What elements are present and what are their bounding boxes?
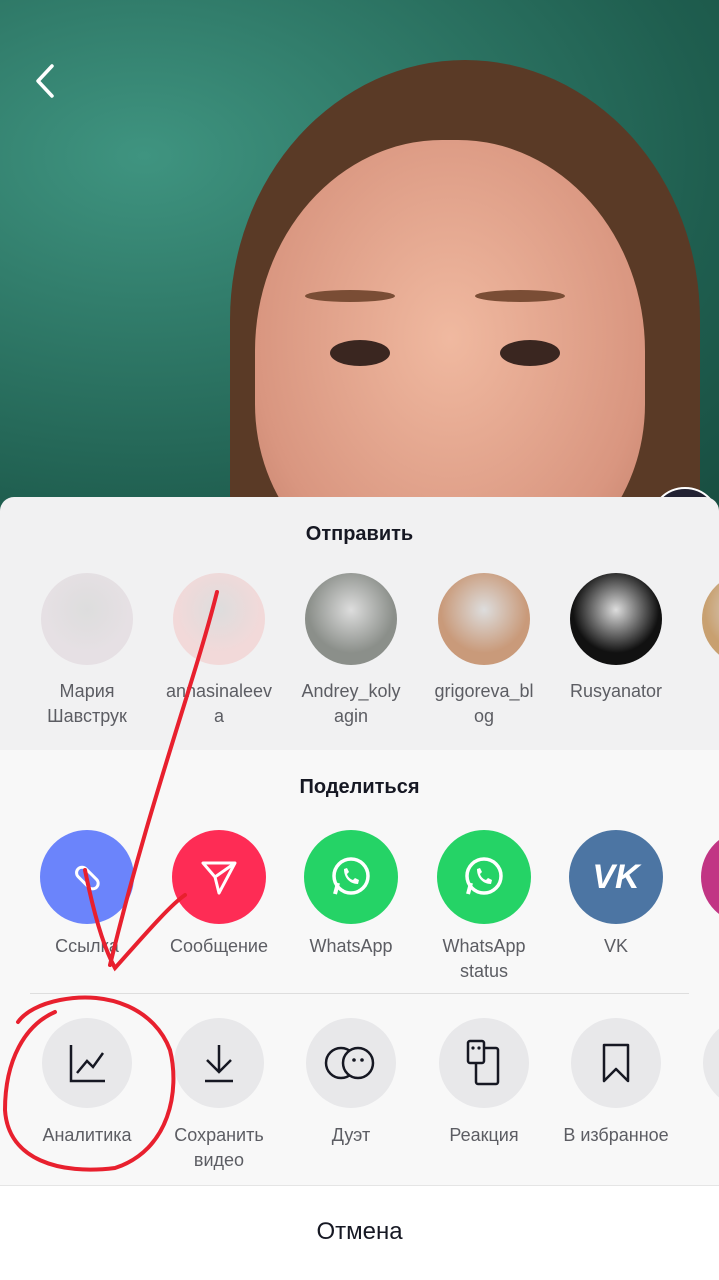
eyebrow [305,290,395,302]
actions-item[interactable]: Реакция [418,1018,550,1148]
contact-name: Мария Шавструк [47,681,127,726]
video-subject-face [255,140,645,520]
apps-item[interactable]: WhatsApp [285,830,417,959]
send-icon [172,830,266,924]
contacts-item[interactable]: annasinaleev a [153,573,285,729]
back-button[interactable] [30,62,64,102]
contact-avatar [173,573,265,665]
analytics-chart-icon [42,1018,132,1108]
share-app-label: WhatsApp status [442,936,526,981]
share-app-label: VK [603,936,628,956]
share-app-label: Сообщение [170,936,268,956]
action-label: Кон ал [682,1123,719,1173]
apps-item[interactable]: Сообщение [153,830,285,959]
contact-avatar [41,573,133,665]
apps-item[interactable]: Ссылка [21,830,153,959]
duet-icon [306,1018,396,1108]
share-apps-row: Ссылка Сообщение WhatsApp WhatsApp status VK… [0,830,719,1030]
action-label: В избранное [563,1125,669,1145]
action-label: Дуэт [331,1125,371,1145]
share-title: Поделиться [299,776,420,798]
actions-item[interactable]: В избранное [550,1018,682,1148]
download-icon [174,1018,264,1108]
actions-item[interactable]: Сохранить видео [153,1018,285,1173]
actions-item[interactable]: Кон ал [682,1018,719,1173]
video-background [0,0,719,520]
contact-name: Аль [682,679,719,704]
apps-item[interactable]: WhatsApp status [418,830,550,984]
send-title: Отправить [305,523,414,545]
eyebrow [475,290,565,302]
action-label: Аналитика [42,1125,132,1145]
action-label: Сохранить видео [174,1125,264,1170]
share-section: Поделиться Ссылка Сообщение WhatsApp WhatsA… [0,750,719,1185]
share-sheet: Отправить Мария Шавструк annasinaleev a An… [0,497,719,1280]
vk-icon: VK [569,830,663,924]
eye [500,340,560,366]
contact-name: grigoreva_bl og [434,681,534,726]
bookmark-icon [571,1018,661,1108]
share-app-label: Ссылка [55,936,119,956]
divider [30,993,689,994]
contact-name: Andrey_koly agin [301,681,401,726]
instagram-icon [701,830,719,924]
contact-avatar [570,573,662,665]
whatsapp-icon [304,830,398,924]
actions-item[interactable]: Аналитика [21,1018,153,1148]
contact-avatar [702,573,719,665]
more-icon [703,1018,719,1108]
apps-item[interactable]: VK VK [550,830,682,959]
eye [330,340,390,366]
reaction-icon [439,1018,529,1108]
share-app-label: WhatsApp [309,936,393,956]
contacts-item[interactable]: Rusyanator [550,573,682,704]
cancel-button[interactable]: Отмена [0,1185,719,1280]
contacts-item[interactable]: Аль [682,573,719,704]
whatsapp-icon [437,830,531,924]
apps-item[interactable]: In [682,830,719,959]
chevron-left-icon [36,64,54,98]
contact-name: annasinaleev a [165,681,273,726]
share-app-label: In [682,934,719,959]
contacts-item[interactable]: grigoreva_bl og [418,573,550,729]
link-icon [40,830,134,924]
contacts-item[interactable]: Мария Шавструк [21,573,153,729]
contact-avatar [438,573,530,665]
contacts-row: Мария Шавструк annasinaleev a Andrey_koly … [0,573,719,773]
actions-item[interactable]: Дуэт [285,1018,417,1148]
action-label: Реакция [449,1125,519,1145]
contact-name: Rusyanator [569,681,663,701]
contact-avatar [305,573,397,665]
contacts-item[interactable]: Andrey_koly agin [285,573,417,729]
